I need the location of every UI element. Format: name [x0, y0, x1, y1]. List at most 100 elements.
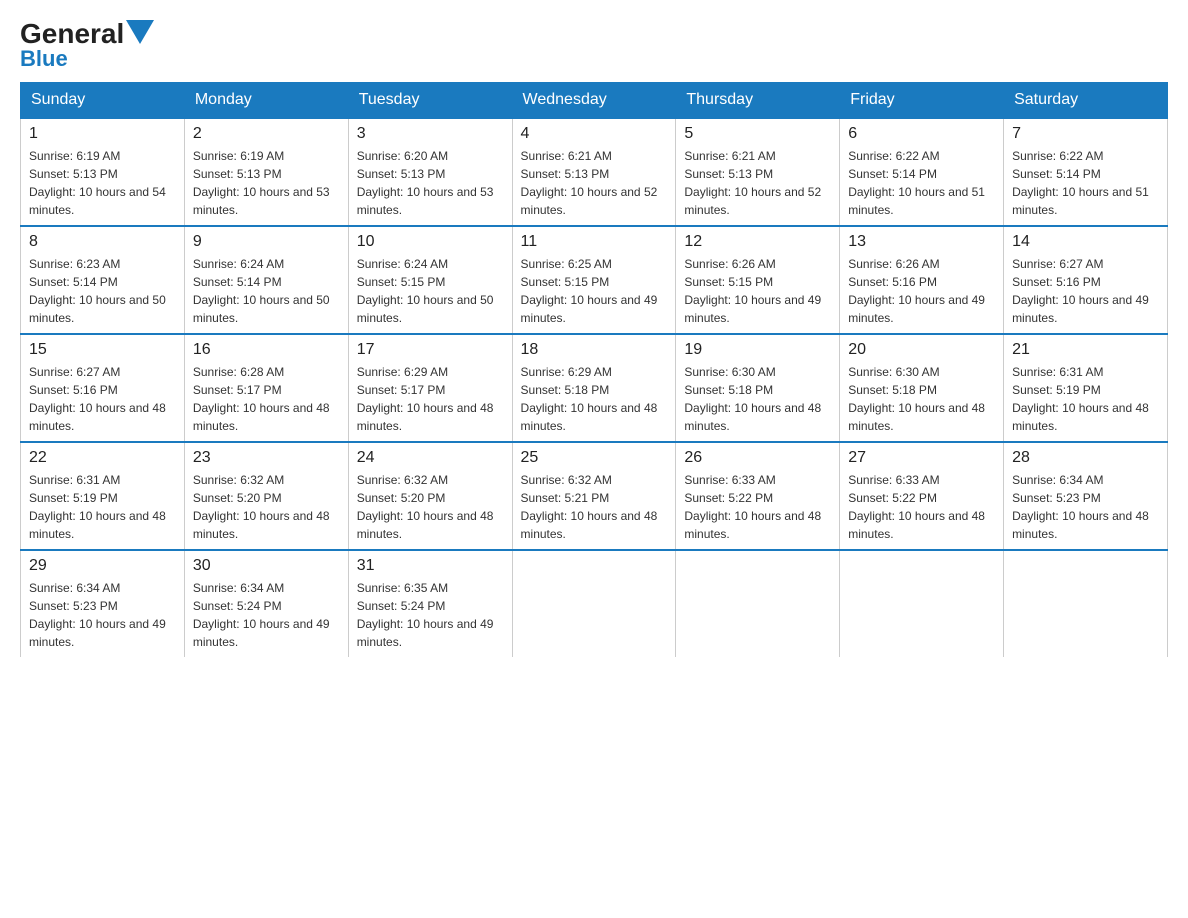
- calendar-cell: 4 Sunrise: 6:21 AMSunset: 5:13 PMDayligh…: [512, 118, 676, 226]
- calendar-cell: 6 Sunrise: 6:22 AMSunset: 5:14 PMDayligh…: [840, 118, 1004, 226]
- day-number: 26: [684, 449, 831, 467]
- day-number: 19: [684, 341, 831, 359]
- day-info: Sunrise: 6:21 AMSunset: 5:13 PMDaylight:…: [684, 147, 831, 219]
- calendar-cell: 28 Sunrise: 6:34 AMSunset: 5:23 PMDaylig…: [1004, 442, 1168, 550]
- day-number: 1: [29, 125, 176, 143]
- day-number: 22: [29, 449, 176, 467]
- week-row-1: 1 Sunrise: 6:19 AMSunset: 5:13 PMDayligh…: [21, 118, 1168, 226]
- day-number: 14: [1012, 233, 1159, 251]
- calendar-cell: [512, 550, 676, 657]
- day-number: 28: [1012, 449, 1159, 467]
- day-number: 17: [357, 341, 504, 359]
- day-info: Sunrise: 6:24 AMSunset: 5:14 PMDaylight:…: [193, 255, 340, 327]
- header-wednesday: Wednesday: [512, 83, 676, 119]
- day-info: Sunrise: 6:20 AMSunset: 5:13 PMDaylight:…: [357, 147, 504, 219]
- calendar-cell: 10 Sunrise: 6:24 AMSunset: 5:15 PMDaylig…: [348, 226, 512, 334]
- calendar-cell: 1 Sunrise: 6:19 AMSunset: 5:13 PMDayligh…: [21, 118, 185, 226]
- day-number: 29: [29, 557, 176, 575]
- calendar-header-row: SundayMondayTuesdayWednesdayThursdayFrid…: [21, 83, 1168, 119]
- day-number: 5: [684, 125, 831, 143]
- calendar-cell: 3 Sunrise: 6:20 AMSunset: 5:13 PMDayligh…: [348, 118, 512, 226]
- day-number: 9: [193, 233, 340, 251]
- calendar-cell: 22 Sunrise: 6:31 AMSunset: 5:19 PMDaylig…: [21, 442, 185, 550]
- day-number: 30: [193, 557, 340, 575]
- day-info: Sunrise: 6:29 AMSunset: 5:18 PMDaylight:…: [521, 363, 668, 435]
- day-info: Sunrise: 6:34 AMSunset: 5:23 PMDaylight:…: [29, 579, 176, 651]
- day-info: Sunrise: 6:30 AMSunset: 5:18 PMDaylight:…: [848, 363, 995, 435]
- day-number: 10: [357, 233, 504, 251]
- calendar-cell: 8 Sunrise: 6:23 AMSunset: 5:14 PMDayligh…: [21, 226, 185, 334]
- day-number: 20: [848, 341, 995, 359]
- day-info: Sunrise: 6:34 AMSunset: 5:23 PMDaylight:…: [1012, 471, 1159, 543]
- day-info: Sunrise: 6:25 AMSunset: 5:15 PMDaylight:…: [521, 255, 668, 327]
- day-info: Sunrise: 6:28 AMSunset: 5:17 PMDaylight:…: [193, 363, 340, 435]
- logo-blue: Blue: [20, 46, 68, 72]
- calendar-cell: 31 Sunrise: 6:35 AMSunset: 5:24 PMDaylig…: [348, 550, 512, 657]
- day-number: 25: [521, 449, 668, 467]
- calendar-cell: 5 Sunrise: 6:21 AMSunset: 5:13 PMDayligh…: [676, 118, 840, 226]
- calendar-cell: 20 Sunrise: 6:30 AMSunset: 5:18 PMDaylig…: [840, 334, 1004, 442]
- calendar-cell: 27 Sunrise: 6:33 AMSunset: 5:22 PMDaylig…: [840, 442, 1004, 550]
- calendar-cell: 26 Sunrise: 6:33 AMSunset: 5:22 PMDaylig…: [676, 442, 840, 550]
- day-info: Sunrise: 6:22 AMSunset: 5:14 PMDaylight:…: [1012, 147, 1159, 219]
- calendar-cell: 11 Sunrise: 6:25 AMSunset: 5:15 PMDaylig…: [512, 226, 676, 334]
- day-info: Sunrise: 6:21 AMSunset: 5:13 PMDaylight:…: [521, 147, 668, 219]
- day-number: 4: [521, 125, 668, 143]
- day-number: 16: [193, 341, 340, 359]
- calendar-cell: 24 Sunrise: 6:32 AMSunset: 5:20 PMDaylig…: [348, 442, 512, 550]
- page-header: General Blue: [20, 20, 1168, 72]
- day-number: 2: [193, 125, 340, 143]
- day-number: 23: [193, 449, 340, 467]
- calendar-cell: 29 Sunrise: 6:34 AMSunset: 5:23 PMDaylig…: [21, 550, 185, 657]
- logo-general: General: [20, 20, 124, 48]
- day-number: 6: [848, 125, 995, 143]
- calendar-cell: [840, 550, 1004, 657]
- calendar-cell: 15 Sunrise: 6:27 AMSunset: 5:16 PMDaylig…: [21, 334, 185, 442]
- logo: General Blue: [20, 20, 154, 72]
- day-info: Sunrise: 6:33 AMSunset: 5:22 PMDaylight:…: [848, 471, 995, 543]
- day-number: 12: [684, 233, 831, 251]
- day-number: 18: [521, 341, 668, 359]
- calendar-cell: 21 Sunrise: 6:31 AMSunset: 5:19 PMDaylig…: [1004, 334, 1168, 442]
- header-friday: Friday: [840, 83, 1004, 119]
- day-info: Sunrise: 6:26 AMSunset: 5:16 PMDaylight:…: [848, 255, 995, 327]
- calendar-cell: 12 Sunrise: 6:26 AMSunset: 5:15 PMDaylig…: [676, 226, 840, 334]
- day-number: 13: [848, 233, 995, 251]
- calendar-cell: 17 Sunrise: 6:29 AMSunset: 5:17 PMDaylig…: [348, 334, 512, 442]
- calendar-cell: 9 Sunrise: 6:24 AMSunset: 5:14 PMDayligh…: [184, 226, 348, 334]
- calendar-cell: 13 Sunrise: 6:26 AMSunset: 5:16 PMDaylig…: [840, 226, 1004, 334]
- calendar-cell: [1004, 550, 1168, 657]
- day-info: Sunrise: 6:24 AMSunset: 5:15 PMDaylight:…: [357, 255, 504, 327]
- day-info: Sunrise: 6:32 AMSunset: 5:21 PMDaylight:…: [521, 471, 668, 543]
- day-info: Sunrise: 6:27 AMSunset: 5:16 PMDaylight:…: [1012, 255, 1159, 327]
- day-number: 27: [848, 449, 995, 467]
- calendar-cell: 30 Sunrise: 6:34 AMSunset: 5:24 PMDaylig…: [184, 550, 348, 657]
- day-number: 15: [29, 341, 176, 359]
- week-row-4: 22 Sunrise: 6:31 AMSunset: 5:19 PMDaylig…: [21, 442, 1168, 550]
- header-saturday: Saturday: [1004, 83, 1168, 119]
- day-number: 7: [1012, 125, 1159, 143]
- header-thursday: Thursday: [676, 83, 840, 119]
- day-info: Sunrise: 6:22 AMSunset: 5:14 PMDaylight:…: [848, 147, 995, 219]
- day-info: Sunrise: 6:32 AMSunset: 5:20 PMDaylight:…: [193, 471, 340, 543]
- calendar-cell: 14 Sunrise: 6:27 AMSunset: 5:16 PMDaylig…: [1004, 226, 1168, 334]
- header-tuesday: Tuesday: [348, 83, 512, 119]
- day-info: Sunrise: 6:32 AMSunset: 5:20 PMDaylight:…: [357, 471, 504, 543]
- calendar-cell: 18 Sunrise: 6:29 AMSunset: 5:18 PMDaylig…: [512, 334, 676, 442]
- calendar-cell: 25 Sunrise: 6:32 AMSunset: 5:21 PMDaylig…: [512, 442, 676, 550]
- day-info: Sunrise: 6:29 AMSunset: 5:17 PMDaylight:…: [357, 363, 504, 435]
- header-monday: Monday: [184, 83, 348, 119]
- calendar-cell: 23 Sunrise: 6:32 AMSunset: 5:20 PMDaylig…: [184, 442, 348, 550]
- day-number: 8: [29, 233, 176, 251]
- day-info: Sunrise: 6:19 AMSunset: 5:13 PMDaylight:…: [29, 147, 176, 219]
- day-info: Sunrise: 6:27 AMSunset: 5:16 PMDaylight:…: [29, 363, 176, 435]
- day-info: Sunrise: 6:35 AMSunset: 5:24 PMDaylight:…: [357, 579, 504, 651]
- header-sunday: Sunday: [21, 83, 185, 119]
- day-info: Sunrise: 6:26 AMSunset: 5:15 PMDaylight:…: [684, 255, 831, 327]
- day-number: 21: [1012, 341, 1159, 359]
- calendar-cell: 7 Sunrise: 6:22 AMSunset: 5:14 PMDayligh…: [1004, 118, 1168, 226]
- day-info: Sunrise: 6:19 AMSunset: 5:13 PMDaylight:…: [193, 147, 340, 219]
- week-row-2: 8 Sunrise: 6:23 AMSunset: 5:14 PMDayligh…: [21, 226, 1168, 334]
- day-info: Sunrise: 6:30 AMSunset: 5:18 PMDaylight:…: [684, 363, 831, 435]
- day-number: 31: [357, 557, 504, 575]
